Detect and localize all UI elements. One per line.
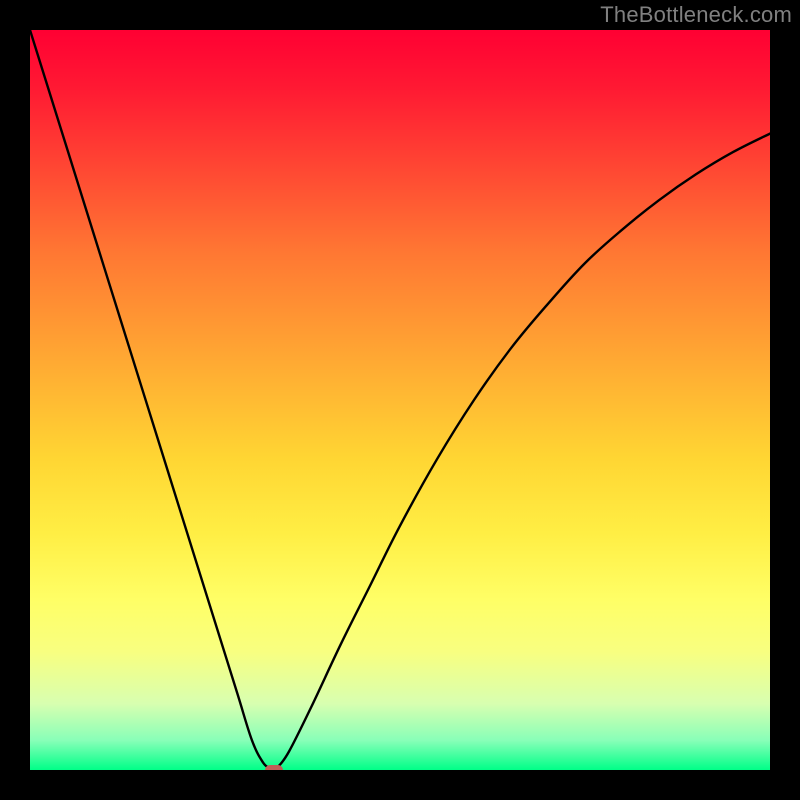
chart-frame: TheBottleneck.com <box>0 0 800 800</box>
minimum-marker <box>265 765 283 770</box>
watermark-text: TheBottleneck.com <box>600 2 792 28</box>
bottleneck-curve-path <box>30 30 770 770</box>
plot-area <box>30 30 770 770</box>
curve-svg <box>30 30 770 770</box>
